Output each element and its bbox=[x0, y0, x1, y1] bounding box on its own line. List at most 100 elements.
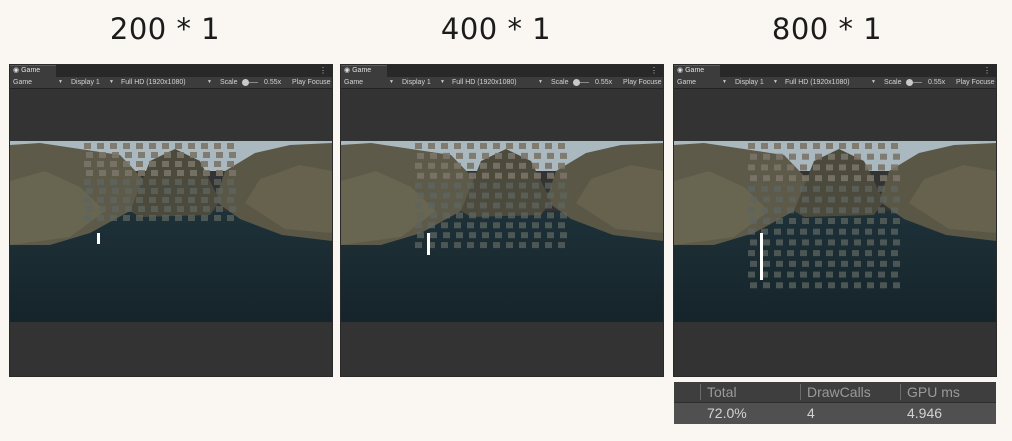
grid-tile bbox=[761, 143, 768, 149]
kebab-menu-icon[interactable]: ⋮ bbox=[983, 65, 991, 76]
grid-tile bbox=[138, 206, 145, 212]
grid-tile bbox=[216, 170, 223, 176]
grid-tile bbox=[125, 170, 132, 176]
play-mode-dropdown[interactable]: Play Focuse bbox=[292, 77, 331, 88]
grid-tile bbox=[828, 175, 835, 182]
grid-tile bbox=[763, 260, 770, 267]
display-dropdown[interactable]: Display 1 bbox=[735, 77, 764, 88]
grid-tile bbox=[865, 185, 872, 192]
grid-tile bbox=[558, 182, 565, 189]
grid-tile bbox=[190, 188, 197, 194]
resolution-dropdown[interactable]: Full HD (1920x1080) bbox=[785, 77, 850, 88]
grid-tile bbox=[750, 282, 757, 289]
grid-tile bbox=[800, 207, 807, 214]
grid-tile bbox=[789, 196, 796, 203]
kebab-menu-icon[interactable]: ⋮ bbox=[319, 65, 327, 76]
grid-tile bbox=[203, 206, 210, 212]
play-mode-dropdown[interactable]: Play Focuse bbox=[623, 77, 662, 88]
grid-tile bbox=[136, 197, 143, 203]
grid-tile bbox=[852, 250, 859, 257]
stats-data-row[interactable]: 72.0% 4 4.946 bbox=[674, 403, 996, 424]
grid-tile bbox=[815, 153, 822, 160]
header-drawcalls[interactable]: DrawCalls bbox=[807, 382, 871, 402]
grid-tile bbox=[839, 271, 846, 278]
grid-tile bbox=[547, 192, 554, 199]
grid-tile bbox=[852, 271, 859, 278]
game-viewport bbox=[674, 89, 996, 376]
header-gpu-ms[interactable]: GPU ms bbox=[907, 382, 960, 402]
grid-tile bbox=[229, 188, 236, 194]
grid-tile bbox=[826, 185, 833, 192]
scale-slider-knob[interactable] bbox=[573, 79, 580, 86]
grid-tile bbox=[815, 196, 822, 203]
grid-tile bbox=[748, 228, 755, 235]
grid-tile bbox=[430, 232, 437, 239]
view-mode-dropdown[interactable]: Game bbox=[13, 77, 32, 88]
grid-tile bbox=[789, 260, 796, 267]
resolution-dropdown[interactable]: Full HD (1920x1080) bbox=[452, 77, 517, 88]
grid-tile bbox=[151, 152, 158, 158]
grid-tile bbox=[521, 152, 528, 159]
grid-tile bbox=[480, 202, 487, 209]
grid-tile bbox=[138, 170, 145, 176]
grid-tile bbox=[508, 232, 515, 239]
chevron-down-icon: ▼ bbox=[871, 79, 876, 85]
tab-game[interactable]: ◉ Game bbox=[10, 65, 56, 77]
grid-tile bbox=[545, 222, 552, 229]
grid-tile bbox=[800, 271, 807, 278]
scale-value: 0.55x bbox=[595, 79, 613, 86]
grid-tile bbox=[802, 239, 809, 246]
grid-tile bbox=[125, 188, 132, 194]
grid-tile bbox=[149, 143, 156, 149]
game-viewport bbox=[10, 89, 332, 376]
grid-tile bbox=[110, 215, 117, 221]
grid-tile bbox=[545, 143, 552, 149]
grid-tile bbox=[441, 202, 448, 209]
kebab-menu-icon[interactable]: ⋮ bbox=[650, 65, 658, 76]
tab-game[interactable]: ◉ Game bbox=[674, 65, 720, 77]
grid-tile bbox=[123, 197, 130, 203]
header-total[interactable]: Total bbox=[707, 382, 737, 402]
grid-tile bbox=[175, 161, 182, 167]
grid-tile bbox=[560, 232, 567, 239]
grid-tile bbox=[880, 153, 887, 160]
display-dropdown[interactable]: Display 1 bbox=[71, 77, 100, 88]
grid-tile bbox=[506, 242, 513, 249]
grid-tile bbox=[891, 164, 898, 171]
view-mode-dropdown[interactable]: Game bbox=[677, 77, 696, 88]
play-mode-dropdown[interactable]: Play Focuse bbox=[956, 77, 995, 88]
grid-tile bbox=[841, 239, 848, 246]
grid-tile bbox=[493, 202, 500, 209]
resolution-dropdown[interactable]: Full HD (1920x1080) bbox=[121, 77, 186, 88]
grid-tile bbox=[467, 162, 474, 169]
grid-tile bbox=[878, 143, 885, 149]
grid-tile bbox=[815, 175, 822, 182]
scale-slider-knob[interactable] bbox=[906, 79, 913, 86]
grid-tile bbox=[480, 242, 487, 249]
grid-tile bbox=[865, 207, 872, 214]
grid-tile bbox=[893, 196, 900, 203]
grid-tile bbox=[454, 222, 461, 229]
scale-slider-knob[interactable] bbox=[242, 79, 249, 86]
grid-tile bbox=[880, 175, 887, 182]
chevron-down-icon: ▼ bbox=[538, 79, 543, 85]
grid-tile bbox=[469, 152, 476, 159]
grid-tile bbox=[547, 212, 554, 219]
grid-tile bbox=[828, 218, 835, 224]
grid-tile bbox=[826, 250, 833, 257]
grid-tile bbox=[482, 212, 489, 219]
display-dropdown[interactable]: Display 1 bbox=[402, 77, 431, 88]
grid-tile bbox=[852, 143, 859, 149]
column-divider bbox=[700, 384, 701, 400]
grid-tile bbox=[748, 185, 755, 192]
view-mode-dropdown[interactable]: Game bbox=[344, 77, 363, 88]
grid-tile bbox=[750, 153, 757, 160]
grid-tile bbox=[776, 196, 783, 203]
tab-game[interactable]: ◉ Game bbox=[341, 65, 387, 77]
grid-tile bbox=[815, 282, 822, 289]
column-divider bbox=[900, 384, 901, 400]
grid-tile bbox=[177, 152, 184, 158]
grid-tile bbox=[878, 207, 885, 214]
grid-tile bbox=[508, 192, 515, 199]
grid-tile bbox=[534, 152, 541, 159]
